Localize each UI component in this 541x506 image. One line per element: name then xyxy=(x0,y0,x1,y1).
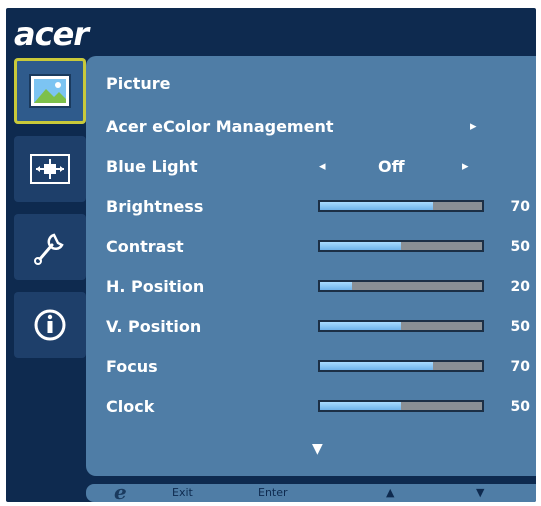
enter-button[interactable]: Enter xyxy=(258,486,288,499)
osd-position-icon xyxy=(30,154,70,184)
menu-item-focus[interactable]: Focus 70 xyxy=(106,354,530,380)
left-arrow-icon[interactable]: ◂ xyxy=(319,154,326,180)
row-label: Acer eColor Management xyxy=(106,117,334,136)
row-label: H. Position xyxy=(106,277,205,296)
brand-logo: acer xyxy=(14,15,89,53)
row-label: Clock xyxy=(106,397,155,416)
e-key-icon[interactable]: e xyxy=(114,480,127,502)
slider-fill xyxy=(320,202,434,210)
slider-value: 50 xyxy=(510,319,530,335)
row-label: Brightness xyxy=(106,197,204,216)
menu-item-contrast[interactable]: Contrast 50 xyxy=(106,234,530,260)
contrast-slider[interactable] xyxy=(318,240,484,252)
slider-fill xyxy=(320,322,401,330)
menu-item-h-position[interactable]: H. Position 20 xyxy=(106,274,530,300)
v-position-slider[interactable] xyxy=(318,320,484,332)
settings-wrench-icon xyxy=(34,233,64,265)
scroll-down-icon[interactable]: ▼ xyxy=(312,441,323,457)
slider-fill xyxy=(320,242,401,250)
menu-item-acer-ecolor-management[interactable]: Acer eColor Management ▸ xyxy=(106,114,526,140)
row-label: Focus xyxy=(106,357,158,376)
focus-slider[interactable] xyxy=(318,360,484,372)
sidebar-item-information[interactable] xyxy=(14,292,86,358)
row-label: Blue Light xyxy=(106,157,198,176)
info-icon xyxy=(34,309,66,341)
slider-value: 50 xyxy=(510,239,530,255)
picture-panel: Picture Acer eColor Management ▸ Blue Li… xyxy=(86,56,536,476)
menu-item-v-position[interactable]: V. Position 50 xyxy=(106,314,530,340)
submenu-arrow-icon: ▸ xyxy=(470,119,477,134)
slider-value: 20 xyxy=(510,279,530,295)
clock-slider[interactable] xyxy=(318,400,484,412)
exit-button[interactable]: Exit xyxy=(172,486,193,499)
sidebar-item-settings[interactable] xyxy=(14,214,86,280)
sidebar-item-osd-position[interactable] xyxy=(14,136,86,202)
down-button[interactable]: ▼ xyxy=(476,486,484,499)
up-button[interactable]: ▲ xyxy=(386,486,394,499)
menu-item-brightness[interactable]: Brightness 70 xyxy=(106,194,530,220)
slider-fill xyxy=(320,362,434,370)
slider-value: 70 xyxy=(510,199,530,215)
brightness-slider[interactable] xyxy=(318,200,484,212)
panel-title: Picture xyxy=(106,74,171,93)
picture-icon xyxy=(29,74,71,108)
slider-fill xyxy=(320,402,401,410)
right-arrow-icon[interactable]: ▸ xyxy=(462,154,469,180)
footer-key-guide: e Exit Enter ▲ ▼ xyxy=(86,480,536,502)
row-label: V. Position xyxy=(106,317,202,336)
row-label: Contrast xyxy=(106,237,184,256)
osd-menu: acer Picture Acer eColor Management ▸ Bl… xyxy=(6,8,536,502)
menu-item-clock[interactable]: Clock 50 xyxy=(106,394,530,420)
h-position-slider[interactable] xyxy=(318,280,484,292)
sidebar-item-picture[interactable] xyxy=(14,58,86,124)
sidebar xyxy=(14,58,86,370)
blue-light-value: Off xyxy=(378,157,405,176)
menu-item-blue-light[interactable]: Blue Light ◂ Off ▸ xyxy=(106,154,526,180)
slider-fill xyxy=(320,282,353,290)
slider-value: 70 xyxy=(510,359,530,375)
slider-value: 50 xyxy=(510,399,530,415)
